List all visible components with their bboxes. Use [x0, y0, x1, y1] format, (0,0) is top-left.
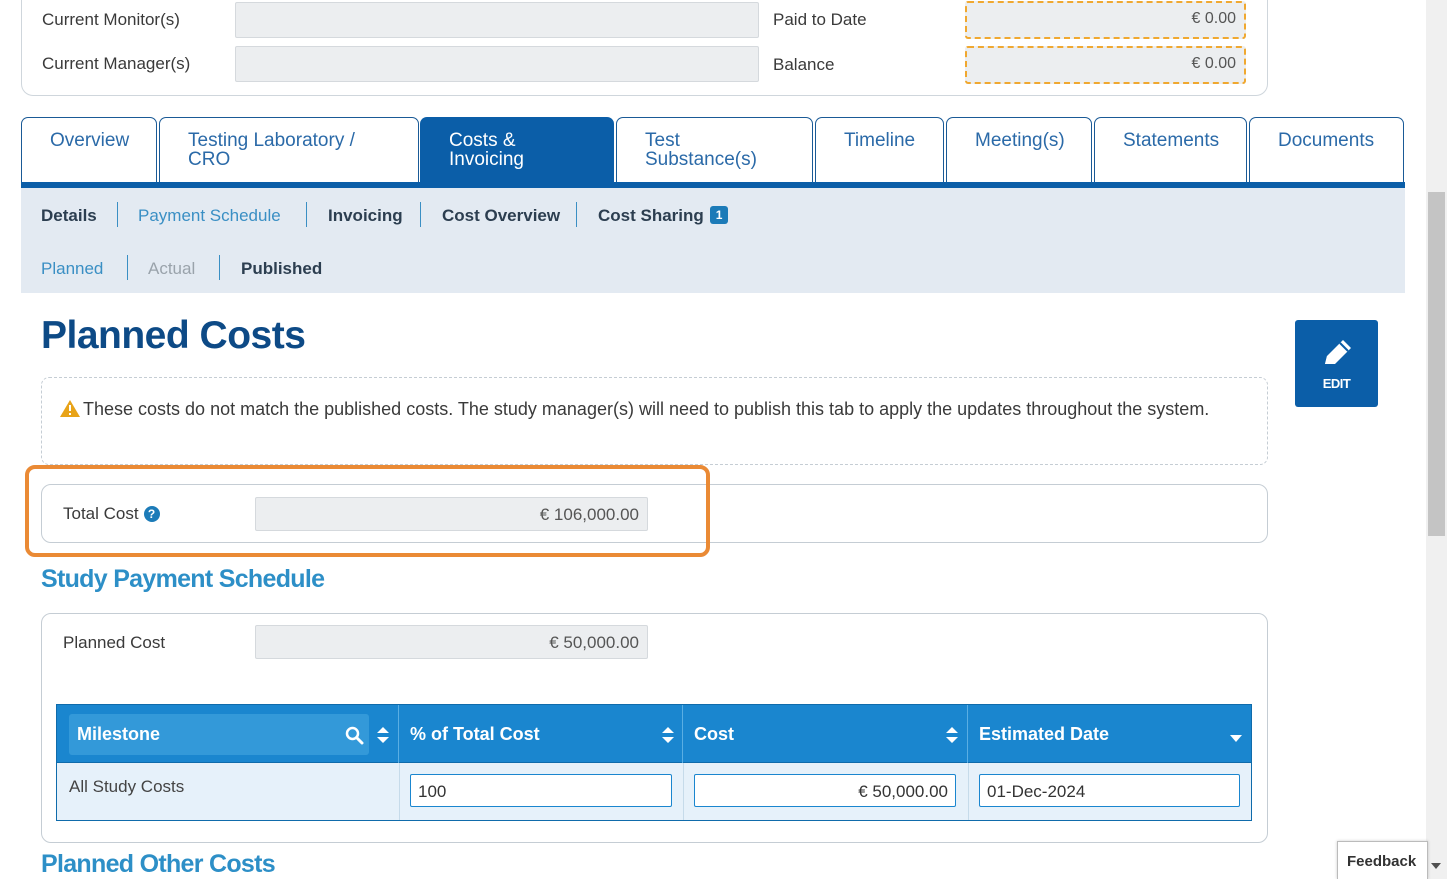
subnav-details[interactable]: Details: [41, 206, 97, 226]
tab-label: Overview: [50, 130, 130, 151]
sort-icon[interactable]: [946, 727, 958, 743]
subnav-divider: [219, 255, 220, 280]
subnav-divider: [420, 202, 421, 227]
annotation-highlight: [25, 465, 710, 557]
payment-schedule-table-header: Milestone % of Total Cost Cost Estimated…: [56, 704, 1252, 764]
subnav-divider: [127, 255, 128, 280]
table-row: All Study Costs 100 € 50,000.00 01-Dec-2…: [56, 763, 1252, 821]
sort-icon[interactable]: [377, 727, 389, 743]
sort-desc-icon[interactable]: [1230, 735, 1242, 742]
column-date-label: Estimated Date: [979, 724, 1110, 744]
tab-label-line2: Substance(s): [645, 149, 757, 170]
edit-button[interactable]: EDIT: [1295, 320, 1378, 407]
balance-value: € 0.00: [965, 46, 1246, 84]
unpublished-warning: These costs do not match the published c…: [41, 377, 1268, 465]
cost-sharing-count-badge: 1: [709, 206, 729, 224]
tab-label-line2: Invoicing: [449, 149, 524, 170]
percent-input[interactable]: 100: [410, 774, 672, 807]
subnav-cost-overview[interactable]: Cost Overview: [442, 206, 560, 226]
planned-other-costs-title: Planned Other Costs: [41, 850, 276, 878]
view-planned[interactable]: Planned: [41, 259, 103, 279]
scrollbar-thumb[interactable]: [1428, 192, 1445, 536]
warning-icon: [60, 400, 80, 417]
edit-label: EDIT: [1322, 376, 1351, 391]
subnav-divider: [306, 202, 307, 227]
cost-input[interactable]: € 50,000.00: [694, 774, 956, 807]
column-percent-total[interactable]: % of Total Cost: [399, 705, 683, 764]
search-icon[interactable]: [345, 726, 364, 745]
view-actual[interactable]: Actual: [148, 259, 195, 279]
tab-documents[interactable]: Documents: [1249, 117, 1404, 183]
subnav-panel: [21, 188, 1405, 293]
paid-to-date-value: € 0.00: [965, 1, 1246, 39]
subnav-payment-schedule[interactable]: Payment Schedule: [138, 206, 281, 226]
tab-costs-invoicing[interactable]: Costs & Invoicing: [420, 117, 614, 183]
tab-label: Documents: [1278, 130, 1375, 151]
tab-label: Statements: [1123, 130, 1220, 151]
subnav-invoicing[interactable]: Invoicing: [328, 206, 403, 226]
column-cost-label: Cost: [694, 724, 734, 744]
current-managers-label: Current Manager(s): [42, 54, 191, 73]
milestone-filter[interactable]: Milestone: [69, 714, 369, 755]
column-estimated-date[interactable]: Estimated Date: [968, 705, 1251, 764]
tab-test-substances[interactable]: Test Substance(s): [616, 117, 813, 183]
column-cost[interactable]: Cost: [683, 705, 968, 764]
column-milestone-label: Milestone: [77, 724, 161, 744]
paid-to-date-label: Paid to Date: [773, 10, 867, 29]
tab-timeline[interactable]: Timeline: [815, 117, 944, 183]
feedback-button[interactable]: Feedback: [1337, 841, 1428, 879]
balance-label: Balance: [773, 55, 835, 74]
current-monitors-field: [235, 2, 759, 38]
column-divider: [968, 763, 969, 820]
subnav-divider: [576, 202, 577, 227]
tab-meetings[interactable]: Meeting(s): [946, 117, 1092, 183]
column-divider: [683, 763, 684, 820]
current-managers-field: [235, 46, 759, 82]
page-title: Planned Costs: [41, 314, 306, 357]
subnav-cost-sharing-label: Cost Sharing: [598, 206, 704, 225]
column-milestone[interactable]: Milestone: [57, 705, 399, 764]
tab-overview[interactable]: Overview: [21, 117, 157, 183]
view-published[interactable]: Published: [241, 259, 322, 279]
study-payment-schedule-title: Study Payment Schedule: [41, 565, 325, 593]
tab-label: Testing Laboratory /: [188, 130, 355, 151]
tab-label: Meeting(s): [975, 130, 1065, 151]
column-divider: [399, 763, 400, 820]
subnav-divider: [117, 202, 118, 227]
scroll-down-arrow-icon[interactable]: [1431, 863, 1441, 869]
pencil-icon: [1325, 340, 1351, 364]
tab-label: Costs &: [449, 130, 516, 151]
current-monitors-label: Current Monitor(s): [42, 10, 180, 29]
warning-text: These costs do not match the published c…: [83, 399, 1210, 419]
tab-label: Test: [645, 130, 680, 151]
tab-label-line2: CRO: [188, 149, 231, 170]
tab-statements[interactable]: Statements: [1094, 117, 1247, 183]
column-percent-label: % of Total Cost: [410, 724, 540, 744]
milestone-cell: All Study Costs: [69, 777, 185, 796]
sort-icon[interactable]: [662, 727, 674, 743]
tab-testing-laboratory[interactable]: Testing Laboratory / CRO: [159, 117, 419, 183]
planned-cost-label: Planned Cost: [63, 633, 166, 652]
subnav-cost-sharing[interactable]: Cost Sharing 1: [598, 206, 729, 226]
planned-cost-value: € 50,000.00: [255, 625, 648, 659]
tab-label: Timeline: [844, 130, 916, 151]
estimated-date-input[interactable]: 01-Dec-2024: [979, 774, 1240, 807]
